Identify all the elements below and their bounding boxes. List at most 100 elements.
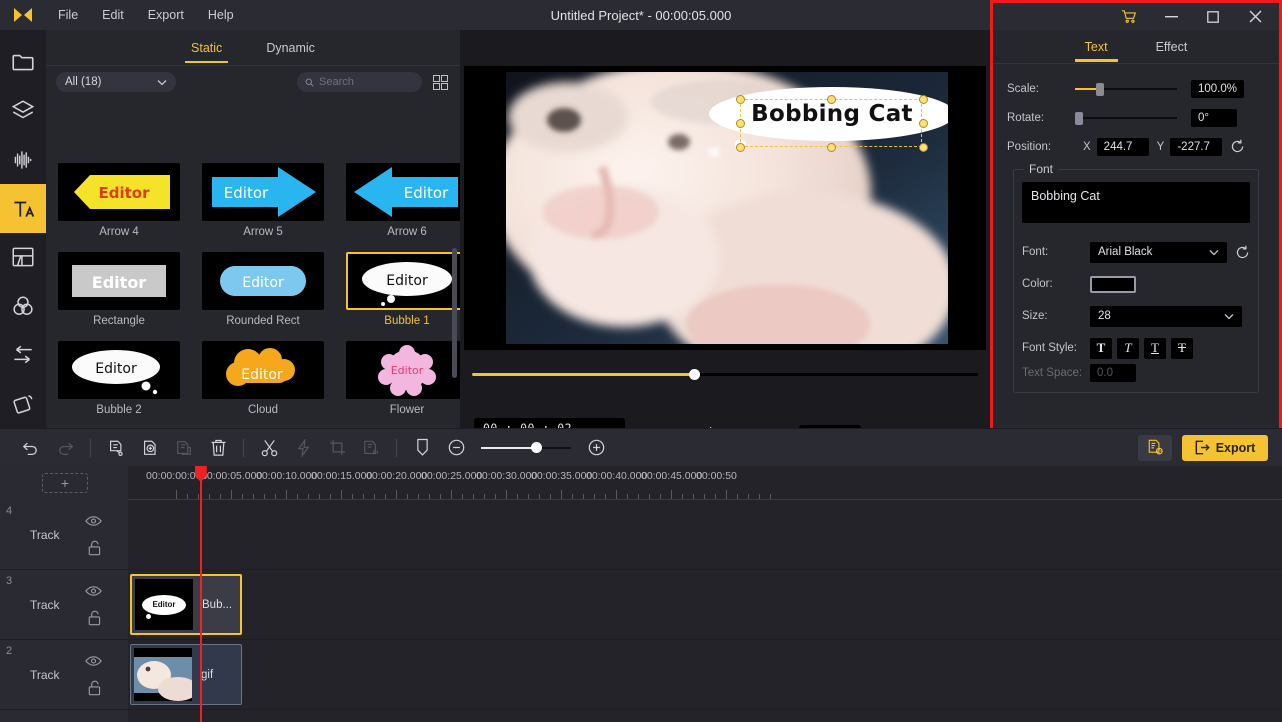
eye-icon[interactable] <box>85 584 102 602</box>
minimize-button[interactable] <box>1151 3 1191 30</box>
track-header[interactable]: 3 Track <box>0 570 128 639</box>
template-item[interactable]: Editor Rounded Rect <box>202 252 324 337</box>
template-thumbnail[interactable]: Editor <box>346 252 460 310</box>
sidebar-item-effects[interactable] <box>0 379 46 428</box>
template-scroll-area[interactable]: Editor Arrow 1Editor Arrow 2Editor Arrow… <box>46 98 460 426</box>
font-size-dropdown[interactable]: 28 <box>1090 305 1242 327</box>
italic-button[interactable]: T <box>1117 337 1139 359</box>
font-reset-icon[interactable] <box>1235 245 1250 260</box>
resize-handle-n[interactable] <box>827 95 836 104</box>
resize-handle-e[interactable] <box>919 119 928 128</box>
eye-icon[interactable] <box>85 514 102 532</box>
position-x-value[interactable]: 244.7 <box>1096 137 1149 156</box>
template-thumbnail[interactable]: Editor <box>346 163 460 221</box>
rotate-value[interactable]: 0° <box>1191 108 1237 127</box>
sidebar-item-transitions[interactable] <box>0 331 46 380</box>
copy-button[interactable] <box>167 429 201 467</box>
resize-handle-ne[interactable] <box>919 95 928 104</box>
close-button[interactable] <box>1235 3 1275 30</box>
underline-button[interactable]: T <box>1144 337 1166 359</box>
track-header[interactable]: 2 Track <box>0 640 128 709</box>
template-item[interactable]: Editor Arrow 6 <box>346 163 460 248</box>
template-thumbnail[interactable]: Editor <box>58 341 180 399</box>
track-lane[interactable]: gif <box>128 640 1282 709</box>
sidebar-item-audio[interactable] <box>0 136 46 185</box>
zoom-slider[interactable] <box>481 441 571 455</box>
playhead[interactable] <box>194 466 207 722</box>
project-settings-button[interactable] <box>1138 434 1172 461</box>
text-content-input[interactable] <box>1022 182 1250 223</box>
resize-handle-sw[interactable] <box>736 143 745 152</box>
template-thumbnail[interactable]: Editor <box>58 163 180 221</box>
timeline-clip[interactable]: gif <box>130 644 242 705</box>
sidebar-item-filters[interactable] <box>0 282 46 331</box>
scale-value[interactable]: 100.0% <box>1191 79 1245 98</box>
resize-handle-se[interactable] <box>919 143 928 152</box>
unlock-icon[interactable] <box>87 680 102 701</box>
maximize-button[interactable] <box>1193 3 1233 30</box>
redo-button[interactable] <box>48 429 82 467</box>
template-item[interactable]: Editor Arrow 4 <box>58 163 180 248</box>
cart-button[interactable] <box>1109 3 1149 30</box>
sidebar-item-stickers[interactable] <box>0 87 46 136</box>
template-item[interactable]: Editor Rectangle <box>58 252 180 337</box>
resize-handle-s[interactable] <box>827 143 836 152</box>
sidebar-item-media[interactable] <box>0 38 46 87</box>
scale-slider-knob[interactable] <box>1096 82 1105 96</box>
timeline-ruler[interactable]: 00:00:00:000 00:00:05.000 00:00:10.000 00:0… <box>128 466 1282 500</box>
position-y-value[interactable]: -227.7 <box>1170 137 1223 156</box>
unlock-icon[interactable] <box>87 540 102 561</box>
template-item[interactable]: Editor Bubble 2 <box>58 341 180 426</box>
detach-audio-button[interactable] <box>354 429 388 467</box>
search-box[interactable] <box>297 72 422 92</box>
cut-button[interactable] <box>252 429 286 467</box>
sidebar-item-split-screen[interactable] <box>0 233 46 282</box>
tab-dynamic[interactable]: Dynamic <box>260 33 321 62</box>
template-thumbnail[interactable]: Editor <box>346 341 460 399</box>
delete-button[interactable] <box>201 429 235 467</box>
tab-static[interactable]: Static <box>185 33 229 63</box>
preview-progress-bar[interactable] <box>472 368 978 380</box>
zoom-in-button[interactable] <box>579 429 613 467</box>
progress-knob[interactable] <box>689 369 700 380</box>
track-lane[interactable] <box>128 500 1282 569</box>
split-button[interactable] <box>99 429 133 467</box>
grid-view-toggle[interactable] <box>430 72 450 92</box>
unlock-icon[interactable] <box>87 610 102 631</box>
rotate-slider[interactable] <box>1075 111 1177 125</box>
bold-button[interactable]: T <box>1090 337 1112 359</box>
crop-button[interactable] <box>320 429 354 467</box>
font-color-swatch[interactable] <box>1090 275 1136 293</box>
video-stage[interactable]: Bobbing Cat <box>464 66 986 350</box>
resize-handle-nw[interactable] <box>736 95 745 104</box>
menu-edit[interactable]: Edit <box>90 4 136 26</box>
tab-text[interactable]: Text <box>1074 33 1118 62</box>
sidebar-item-text[interactable] <box>0 184 46 233</box>
add-circle-button[interactable] <box>133 429 167 467</box>
template-item[interactable]: Editor Arrow 5 <box>202 163 324 248</box>
timeline-clip[interactable]: Editor Bub... <box>130 574 242 635</box>
track-header[interactable]: 4 Track <box>0 500 128 569</box>
zoom-out-button[interactable] <box>439 429 473 467</box>
template-thumbnail[interactable]: Editor <box>202 163 324 221</box>
template-thumbnail[interactable]: Editor <box>202 252 324 310</box>
text-overlay-object[interactable]: Bobbing Cat <box>709 87 948 152</box>
menu-export[interactable]: Export <box>136 4 196 26</box>
menu-file[interactable]: File <box>46 4 90 26</box>
search-input[interactable] <box>319 76 414 88</box>
speed-button[interactable] <box>286 429 320 467</box>
marker-button[interactable] <box>405 429 439 467</box>
menu-help[interactable]: Help <box>196 4 246 26</box>
add-track-button[interactable]: + <box>42 473 88 493</box>
strikethrough-button[interactable]: T <box>1171 337 1193 359</box>
position-reset-icon[interactable] <box>1230 139 1245 154</box>
rotate-slider-knob[interactable] <box>1075 111 1083 125</box>
scale-slider[interactable] <box>1075 82 1177 96</box>
text-spacing-value[interactable]: 0.0 <box>1090 364 1136 382</box>
resize-handle-w[interactable] <box>736 119 745 128</box>
template-item[interactable]: Editor Flower <box>346 341 460 426</box>
export-button[interactable]: Export <box>1182 434 1268 461</box>
tab-effect[interactable]: Effect <box>1152 33 1192 61</box>
category-filter-dropdown[interactable]: All (18) <box>56 72 176 92</box>
eye-icon[interactable] <box>85 654 102 672</box>
